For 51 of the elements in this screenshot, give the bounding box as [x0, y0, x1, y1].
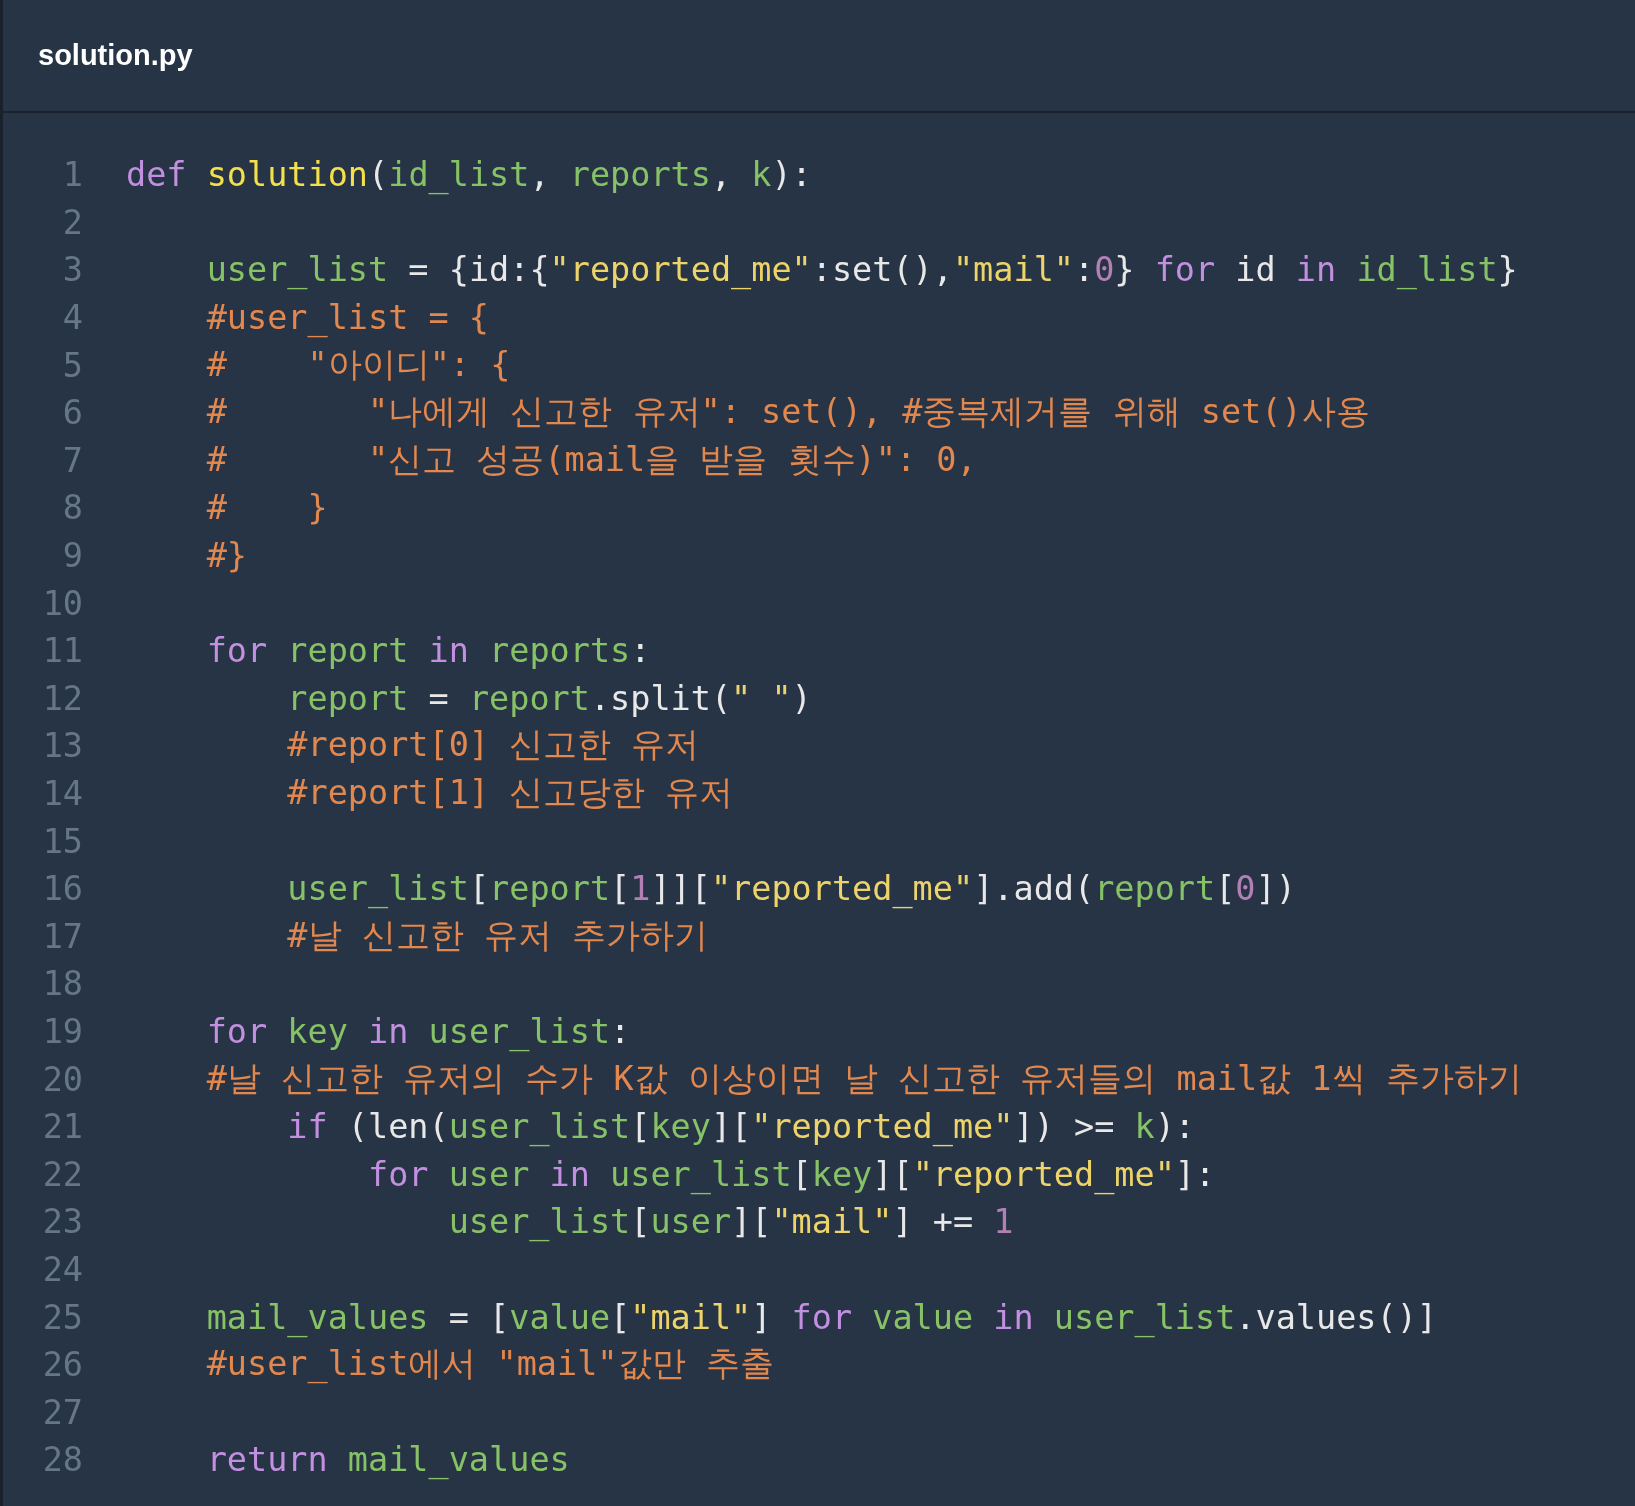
line-number: 6 — [61, 393, 83, 433]
code-line: # "아이디": { — [205, 343, 511, 386]
code-line: report = report.split(" ") — [286, 678, 812, 718]
line-number: 18 — [41, 964, 83, 1004]
line-number: 2 — [61, 202, 83, 242]
code-line: #user_list에서 "mail"값만 추출 — [205, 1343, 774, 1386]
line-number: 7 — [61, 440, 83, 480]
line-number: 25 — [41, 1297, 83, 1337]
line-number: 23 — [41, 1202, 83, 1242]
line-number: 22 — [41, 1154, 83, 1194]
code-line: # "신고 성공(mail을 받을 횟수)": 0, — [205, 438, 977, 481]
line-number: 4 — [61, 298, 83, 338]
code-line: #report[1] 신고당한 유저 — [286, 772, 734, 814]
line-number: 17 — [41, 916, 83, 956]
code-line: for key in user_list: — [205, 1012, 631, 1051]
code-line: user_list = {id:{"reported_me":set(),"mail":0} for id in id_list} — [205, 250, 1518, 290]
line-number: 21 — [41, 1107, 83, 1147]
code-line: for report in reports: — [205, 631, 651, 671]
line-number: 24 — [41, 1249, 83, 1289]
line-number: 19 — [41, 1012, 83, 1051]
code-line: return mail_values — [205, 1440, 570, 1480]
line-number: 26 — [41, 1345, 83, 1385]
code-line: for user in user_list[key]["reported_me"]: — [367, 1154, 1216, 1194]
line-number: 11 — [41, 631, 83, 671]
code-line: user_list[user]["mail"] += 1 — [447, 1202, 1014, 1242]
line-number: 12 — [41, 678, 83, 718]
line-number: 15 — [41, 821, 83, 861]
code-line: mail_values = [value["mail"] for value in user_list.values()] — [205, 1297, 1438, 1337]
line-number: 28 — [41, 1440, 83, 1480]
line-number: 3 — [61, 250, 83, 290]
code-line: # "나에게 신고한 유저": set(), #중복제거를 위해 set()사용 — [205, 391, 1370, 434]
line-number: 14 — [41, 774, 83, 813]
line-number: 8 — [61, 488, 83, 528]
line-number: 13 — [41, 726, 83, 766]
line-number: 10 — [41, 583, 83, 623]
code-line: user_list[report[1]]["reported_me"].add(report[0]) — [286, 869, 1296, 909]
line-number: 9 — [61, 536, 83, 576]
code-line: # } — [205, 488, 328, 528]
code-line: #날 신고한 유저 추가하기 — [286, 914, 709, 957]
code-line: if (len(user_list[key]["reported_me"]) >= k): — [286, 1107, 1195, 1147]
line-number: 1 — [61, 155, 83, 195]
code-line: #날 신고한 유저의 수가 K값 이상이면 날 신고한 유저들의 mail값 1씩 추가하기 — [205, 1057, 1522, 1100]
file-name-title: solution.py — [38, 39, 193, 72]
code-line: #} — [205, 536, 247, 576]
code-line: #report[0] 신고한 유저 — [286, 724, 700, 767]
line-number: 16 — [41, 869, 83, 909]
line-number: 27 — [41, 1392, 83, 1432]
code-line: def solution(id_list, reports, k): — [126, 155, 812, 195]
code-line: #user_list = { — [205, 298, 490, 338]
line-number: 20 — [41, 1059, 83, 1099]
line-number: 5 — [61, 345, 83, 385]
